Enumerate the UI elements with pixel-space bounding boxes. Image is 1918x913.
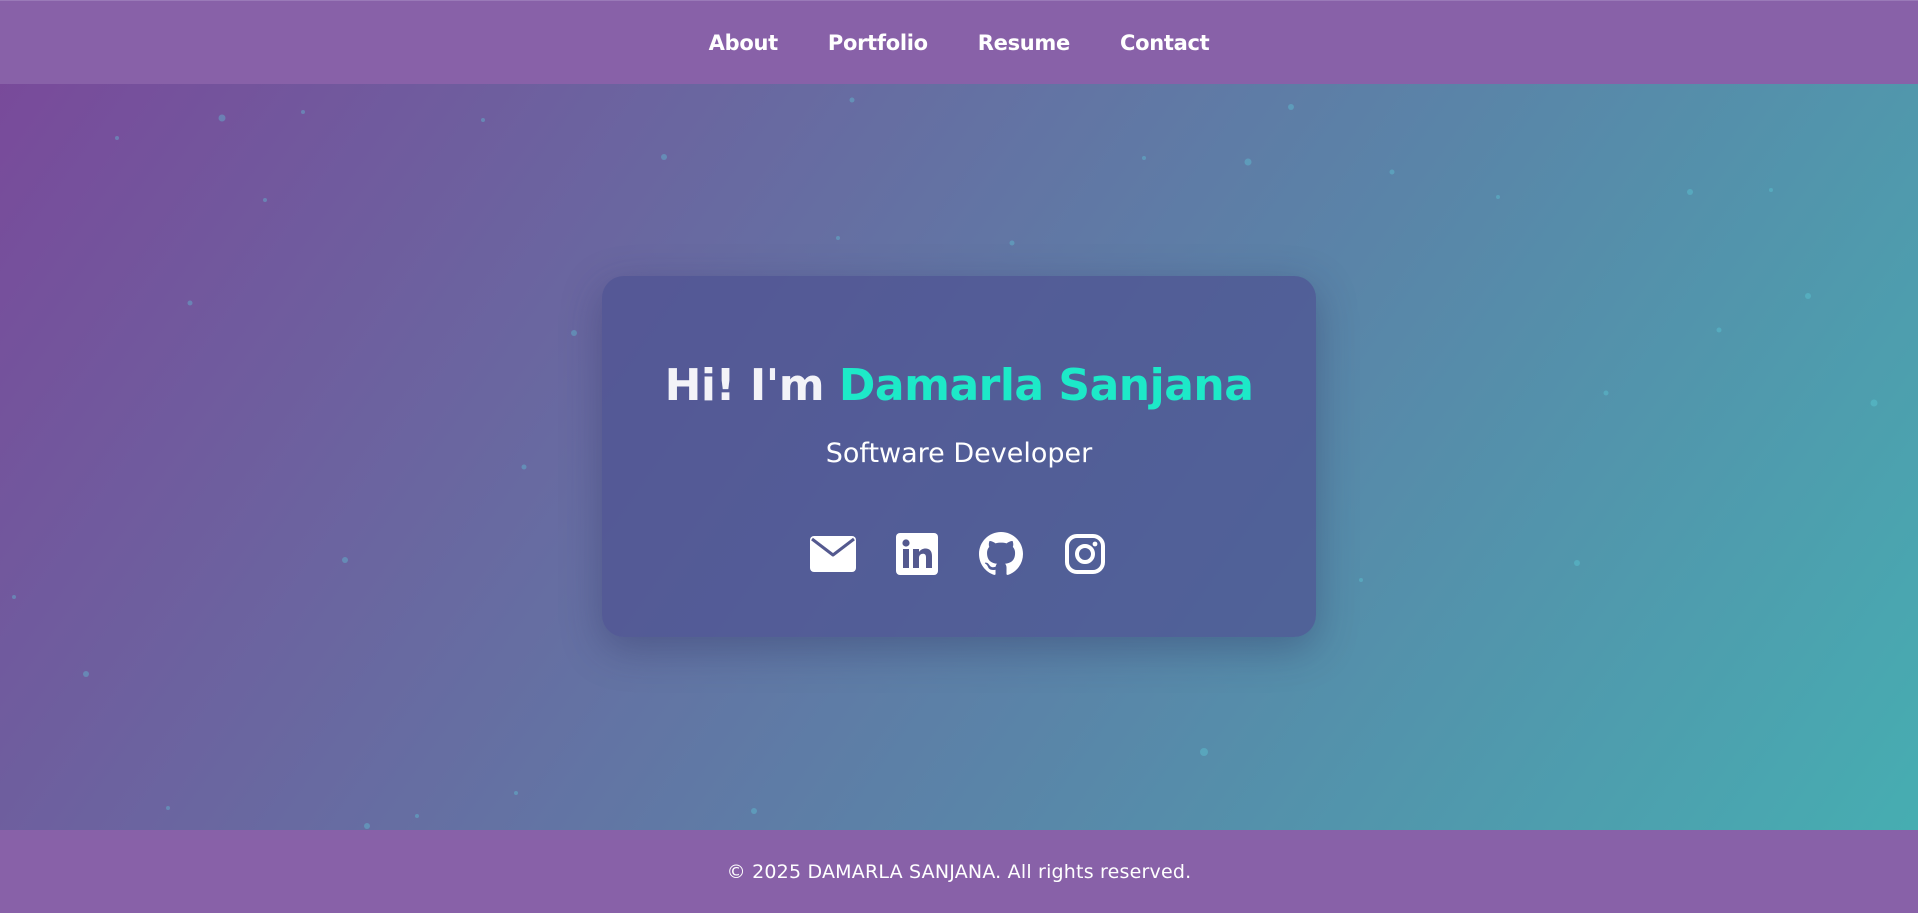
linkedin-icon xyxy=(896,533,938,575)
email-link[interactable] xyxy=(810,531,856,577)
nav-link-about[interactable]: About xyxy=(709,31,779,55)
hero-name: Damarla Sanjana xyxy=(838,360,1254,411)
copyright-text: © 2025 DAMARLA SANJANA. All rights reser… xyxy=(726,860,1192,883)
linkedin-link[interactable] xyxy=(894,531,940,577)
social-links xyxy=(602,531,1316,577)
hero-card: Hi! I'm Damarla Sanjana Software Develop… xyxy=(602,276,1316,637)
nav-link-contact[interactable]: Contact xyxy=(1120,31,1210,55)
github-icon xyxy=(979,532,1023,575)
instagram-link[interactable] xyxy=(1062,531,1108,577)
page-footer: © 2025 DAMARLA SANJANA. All rights reser… xyxy=(0,830,1918,913)
instagram-icon xyxy=(1065,534,1105,574)
hero-greeting: Hi! I'm xyxy=(664,360,839,411)
top-navbar: About Portfolio Resume Contact xyxy=(0,0,1918,84)
envelope-icon xyxy=(810,536,856,572)
github-link[interactable] xyxy=(978,531,1024,577)
nav-link-resume[interactable]: Resume xyxy=(978,31,1070,55)
hero-headline: Hi! I'm Damarla Sanjana xyxy=(602,360,1316,411)
nav-link-portfolio[interactable]: Portfolio xyxy=(828,31,928,55)
hero-role: Software Developer xyxy=(825,438,1093,469)
